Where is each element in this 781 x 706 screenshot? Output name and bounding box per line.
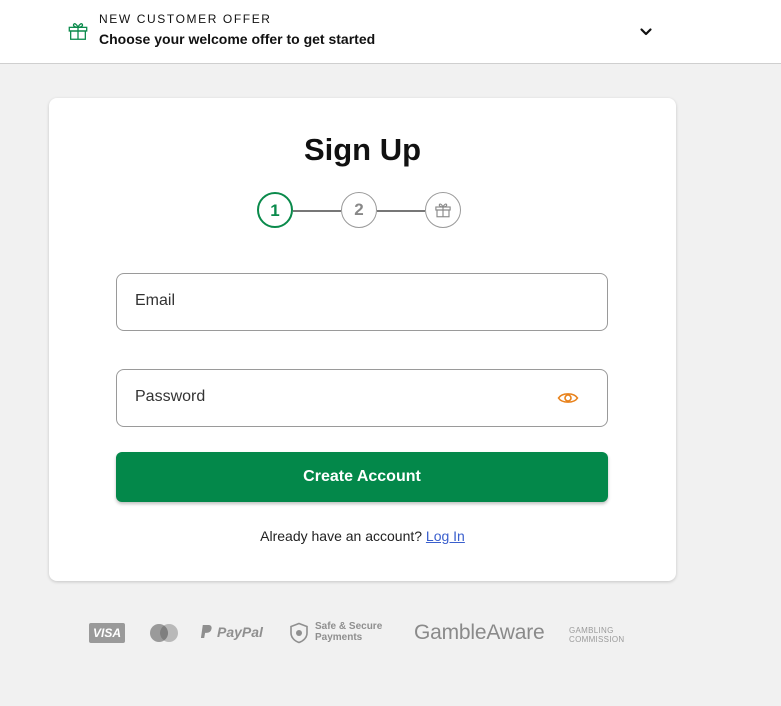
page-title: Sign Up: [303, 132, 422, 167]
step-connector: [377, 210, 425, 212]
safe-line-1: Safe & Secure: [315, 621, 383, 632]
mastercard-icon: [150, 624, 178, 642]
gambleaware-logo: GambleAware: [414, 621, 545, 644]
email-field[interactable]: Email: [116, 273, 608, 331]
payment-logos: VISA PayPal Safe & Secure Payments Gambl…: [0, 612, 781, 652]
step-connector: [293, 210, 341, 212]
eye-icon[interactable]: [557, 390, 579, 406]
step-1: 1: [257, 192, 293, 228]
visa-logo: VISA: [89, 623, 125, 643]
welcome-offer-banner[interactable]: NEW CUSTOMER OFFER Choose your welcome o…: [0, 0, 781, 64]
step-2: 2: [341, 192, 377, 228]
gift-icon: [435, 203, 451, 218]
password-label: Password: [135, 388, 206, 405]
email-label: Email: [135, 292, 176, 309]
signup-stepper: 1 2: [257, 192, 477, 232]
login-prompt-text: Already have an account?: [260, 528, 423, 544]
safe-payments-text: Safe & Secure Payments: [315, 621, 382, 643]
shield-icon: [290, 622, 308, 644]
commission-line-2: COMMISSION: [569, 635, 625, 644]
commission-line-1: GAMBLING: [569, 626, 614, 635]
offer-headline: Choose your welcome offer to get started: [99, 31, 376, 47]
chevron-down-icon[interactable]: [638, 24, 654, 40]
paypal-logo: PayPal: [200, 624, 263, 640]
offer-kicker: NEW CUSTOMER OFFER: [99, 12, 272, 26]
safe-line-2: Payments: [315, 632, 363, 643]
gambling-commission-logo: GAMBLING COMMISSION: [569, 626, 624, 644]
create-account-button[interactable]: Create Account: [116, 452, 608, 502]
login-prompt: Already have an account? Log In: [49, 528, 676, 544]
password-field[interactable]: Password: [116, 369, 608, 427]
step-reward: [425, 192, 461, 228]
gift-icon: [68, 23, 88, 40]
paypal-text: PayPal: [217, 624, 263, 640]
signup-card: Sign Up 1 2 Email Password Create Accoun…: [49, 98, 676, 581]
login-link[interactable]: Log In: [426, 528, 465, 544]
paypal-icon: [200, 625, 212, 638]
